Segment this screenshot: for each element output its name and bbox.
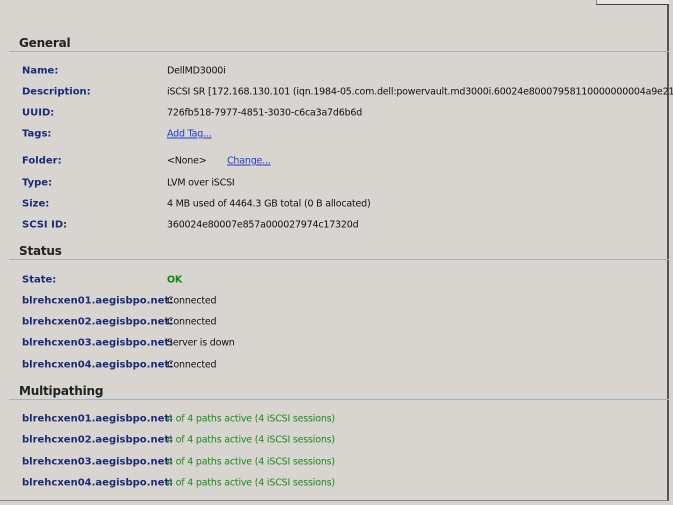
type-label: Type: [22,177,53,189]
host-status: Connected [167,359,217,371]
paths-value: 4 of 4 paths active (4 iSCSI sessions) [167,413,335,425]
uuid-value: 726fb518-7977-4851-3030-c6ca3a7d6b6d [167,107,363,119]
divider [9,259,669,260]
host-label: blrehcxen01.aegisbpo.net: [22,413,174,425]
description-value: iSCSI SR [172.168.130.101 (iqn.1984-05.c… [167,86,673,98]
host-label: blrehcxen01.aegisbpo.net: [22,295,174,307]
divider [9,399,669,400]
host-label: blrehcxen02.aegisbpo.net: [22,434,174,446]
host-label: blrehcxen03.aegisbpo.net: [22,337,174,349]
scsi-id-value: 360024e80007e857a000027974c17320d [167,219,359,231]
host-status: Connected [167,295,217,307]
state-value: OK [167,274,183,286]
folder-value: <None> [167,155,207,167]
tab-corner [596,0,669,5]
paths-value: 4 of 4 paths active (4 iSCSI sessions) [167,434,335,446]
paths-value: 4 of 4 paths active (4 iSCSI sessions) [167,456,335,468]
host-label: blrehcxen02.aegisbpo.net: [22,316,174,328]
divider [9,51,669,52]
state-label: State: [22,274,57,286]
size-label: Size: [22,198,50,210]
host-status: Connected [167,316,217,328]
properties-panel: General Name: DellMD3000i Description: i… [0,0,673,501]
add-tag-link[interactable]: Add Tag... [167,129,212,140]
name-label: Name: [22,65,59,77]
uuid-label: UUID: [22,107,55,119]
paths-value: 4 of 4 paths active (4 iSCSI sessions) [167,477,335,489]
type-value: LVM over iSCSI [167,177,235,189]
section-multipathing-title: Multipathing [19,384,104,398]
section-status-title: Status [19,244,62,258]
change-folder-link[interactable]: Change... [227,156,271,167]
host-label: blrehcxen04.aegisbpo.net: [22,359,174,371]
tags-label: Tags: [22,128,52,140]
host-label: blrehcxen04.aegisbpo.net: [22,477,174,489]
description-label: Description: [22,86,91,98]
host-label: blrehcxen03.aegisbpo.net: [22,456,174,468]
scsi-id-label: SCSI ID: [22,219,68,231]
section-general-title: General [19,36,71,50]
folder-label: Folder: [22,155,62,167]
size-value: 4 MB used of 4464.3 GB total (0 B alloca… [167,198,371,210]
name-value: DellMD3000i [167,65,226,77]
host-status: Server is down [167,337,235,349]
